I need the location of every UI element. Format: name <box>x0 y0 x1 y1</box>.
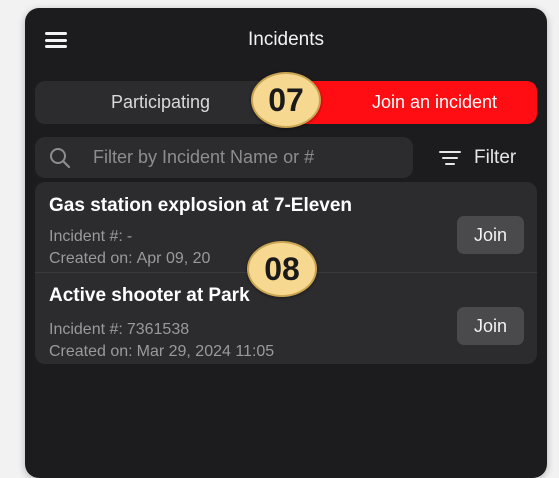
incident-created-value: Apr 09, 20 <box>136 250 211 267</box>
incident-created: Created on: Mar 29, 2024 11:05 <box>49 343 274 361</box>
incident-number: Incident #: 7361538 <box>49 321 189 339</box>
filter-lines-icon <box>439 150 461 166</box>
join-button[interactable]: Join <box>457 307 524 345</box>
page-title: Incidents <box>247 29 325 50</box>
incident-created-label: Created on: <box>49 250 133 267</box>
tab-participating[interactable]: Participating <box>35 81 286 124</box>
incident-created-label: Created on: <box>49 343 133 360</box>
header: Incidents <box>25 8 547 70</box>
tab-join-an-incident[interactable]: Join an incident <box>286 81 537 124</box>
search-box <box>35 137 413 178</box>
tab-join-label: Join an incident <box>371 92 498 112</box>
search-input[interactable] <box>93 137 393 178</box>
incident-number-value: 7361538 <box>126 321 190 338</box>
join-button[interactable]: Join <box>457 216 524 254</box>
filter-label: Filter <box>474 147 517 168</box>
filter-button[interactable]: Filter <box>439 139 516 177</box>
incident-number: Incident #: - <box>49 228 132 246</box>
incident-name: Active shooter at Park <box>49 285 250 306</box>
callout-badge-08: 08 <box>247 241 317 297</box>
incident-created-value: Mar 29, 2024 11:05 <box>136 343 275 360</box>
incident-number-label: Incident #: <box>49 228 123 245</box>
callout-badge-07: 07 <box>251 72 321 128</box>
incident-number-value: - <box>126 228 133 245</box>
incident-created: Created on: Apr 09, 20 <box>49 250 210 268</box>
search-icon <box>50 148 71 169</box>
incident-name: Gas station explosion at 7-Eleven <box>49 195 353 216</box>
incident-number-label: Incident #: <box>49 321 123 338</box>
